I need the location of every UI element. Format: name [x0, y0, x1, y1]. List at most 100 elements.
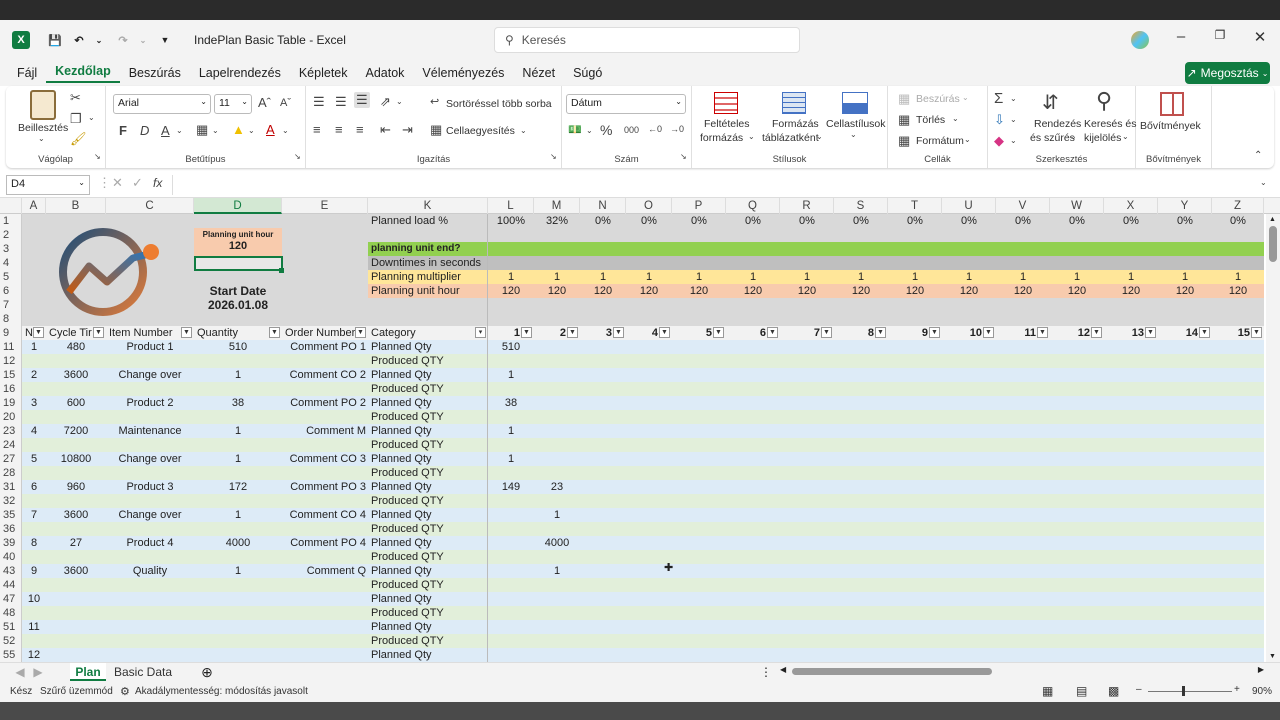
- paste-icon[interactable]: [30, 90, 56, 120]
- header-period[interactable]: 12: [1050, 326, 1090, 340]
- prev-sheet-icon[interactable]: ◀: [14, 663, 26, 681]
- row-number[interactable]: 23: [0, 424, 22, 438]
- planned-load-value[interactable]: 0%: [1158, 214, 1212, 228]
- font-name-select[interactable]: Arial ⌄: [113, 94, 211, 114]
- row-period-1[interactable]: 510: [488, 340, 534, 354]
- row-n[interactable]: 12: [22, 648, 46, 662]
- decrease-indent-icon[interactable]: ⇤: [380, 122, 391, 138]
- sort-filter-dropdown-icon[interactable]: ⌄: [1070, 132, 1077, 141]
- unit-hour-value[interactable]: 120: [1050, 284, 1104, 298]
- wrap-text-icon[interactable]: ↩: [430, 95, 439, 108]
- row-cycle-time[interactable]: 3600: [46, 368, 106, 382]
- header-period[interactable]: 14: [1158, 326, 1198, 340]
- increase-font-icon[interactable]: Aˆ: [258, 95, 271, 110]
- filter-dropdown-icon[interactable]: ▼: [355, 327, 366, 338]
- row-number[interactable]: 36: [0, 522, 22, 536]
- expand-formula-icon[interactable]: ⌄: [1260, 178, 1267, 187]
- scroll-right-icon[interactable]: ▶: [1258, 665, 1264, 674]
- multiplier-value[interactable]: 1: [780, 270, 834, 284]
- row-category-produced[interactable]: Produced QTY: [368, 410, 488, 424]
- row-period-1[interactable]: [488, 508, 534, 522]
- clear-icon[interactable]: ◆: [994, 133, 1004, 149]
- row-category-planned[interactable]: Planned Qty: [368, 480, 488, 494]
- autosum-dropdown-icon[interactable]: ⌄: [1010, 94, 1017, 103]
- format-as-table-label-2[interactable]: táblázatként: [762, 132, 819, 144]
- row-order-number[interactable]: Comment PO 4: [282, 536, 368, 550]
- conditional-format-label-1[interactable]: Feltételes: [704, 118, 750, 130]
- redo-dropdown-icon[interactable]: ⌄: [134, 31, 152, 49]
- row-number[interactable]: 3: [0, 242, 22, 256]
- header-period[interactable]: 7: [780, 326, 820, 340]
- row-cycle-time[interactable]: 27: [46, 536, 106, 550]
- unit-hour-value[interactable]: 120: [780, 284, 834, 298]
- row-category-produced[interactable]: Produced QTY: [368, 466, 488, 480]
- copilot-avatar[interactable]: [1131, 31, 1149, 49]
- multiplier-value[interactable]: 1: [580, 270, 626, 284]
- planned-load-value[interactable]: 0%: [834, 214, 888, 228]
- row-n[interactable]: 1: [22, 340, 46, 354]
- row-category-planned[interactable]: Planned Qty: [368, 564, 488, 578]
- row-category-planned[interactable]: Planned Qty: [368, 620, 488, 634]
- tab-data[interactable]: Adatok: [357, 66, 414, 80]
- fill-color-icon[interactable]: ▲: [232, 122, 245, 137]
- column-header-p[interactable]: P: [672, 198, 726, 214]
- row-period-1[interactable]: [488, 592, 534, 606]
- row-number[interactable]: 1: [0, 214, 22, 228]
- thousands-icon[interactable]: 000: [624, 125, 639, 135]
- unit-hour-value[interactable]: 120: [626, 284, 672, 298]
- row-n[interactable]: 2: [22, 368, 46, 382]
- row-item-number[interactable]: Quality: [106, 564, 194, 578]
- filter-dropdown-icon[interactable]: ▼: [713, 327, 724, 338]
- header-period[interactable]: 1: [488, 326, 520, 340]
- zoom-level[interactable]: 90%: [1252, 686, 1272, 697]
- redo-icon[interactable]: ↷: [114, 31, 132, 49]
- column-header-c[interactable]: C: [106, 198, 194, 214]
- row-category-planned[interactable]: Planned Qty: [368, 648, 488, 662]
- row-number[interactable]: 35: [0, 508, 22, 522]
- fill-handle[interactable]: [279, 268, 284, 273]
- search-box[interactable]: ⚲ Keresés: [494, 27, 800, 53]
- row-number[interactable]: 16: [0, 382, 22, 396]
- column-header-x[interactable]: X: [1104, 198, 1158, 214]
- selected-cell-d4[interactable]: [194, 256, 283, 271]
- filter-dropdown-icon[interactable]: ▼: [659, 327, 670, 338]
- unit-hour-value[interactable]: 120: [996, 284, 1050, 298]
- formula-more-icon[interactable]: ⋮: [98, 175, 111, 191]
- planning-multiplier-label[interactable]: Planning multiplier: [368, 270, 488, 284]
- align-top-icon[interactable]: ☰: [313, 94, 325, 110]
- row-item-number[interactable]: Product 2: [106, 396, 194, 410]
- format-cells-icon[interactable]: ▦: [898, 133, 910, 149]
- cell-styles-label[interactable]: Cellastílusok: [826, 118, 886, 130]
- header-period[interactable]: 11: [996, 326, 1036, 340]
- row-number[interactable]: 19: [0, 396, 22, 410]
- page-break-view-icon[interactable]: ▩: [1108, 684, 1119, 698]
- header-period[interactable]: 9: [888, 326, 928, 340]
- conditional-format-dropdown-icon[interactable]: ⌄: [748, 132, 755, 141]
- orientation-icon[interactable]: ⇗: [380, 94, 391, 110]
- row-period-1[interactable]: [488, 536, 534, 550]
- zoom-in-icon[interactable]: +: [1234, 684, 1240, 695]
- row-item-number[interactable]: Product 3: [106, 480, 194, 494]
- row-item-number[interactable]: Change over: [106, 452, 194, 466]
- multiplier-value[interactable]: 1: [672, 270, 726, 284]
- row-period-1[interactable]: [488, 564, 534, 578]
- start-date-label[interactable]: Start Date: [194, 284, 282, 298]
- add-sheet-icon[interactable]: ⊕: [198, 663, 216, 681]
- row-period-1[interactable]: 1: [488, 452, 534, 466]
- row-category-produced[interactable]: Produced QTY: [368, 382, 488, 396]
- filter-dropdown-icon[interactable]: ▼: [181, 327, 192, 338]
- filter-dropdown-icon[interactable]: ▼: [613, 327, 624, 338]
- addins-label[interactable]: Bővítmények: [1140, 120, 1201, 132]
- unit-hour-value[interactable]: 120: [534, 284, 580, 298]
- row-cycle-time[interactable]: [46, 648, 106, 662]
- row-item-number[interactable]: Product 1: [106, 340, 194, 354]
- merge-dropdown-icon[interactable]: ⌄: [520, 126, 527, 135]
- fill-icon[interactable]: ⇩: [994, 112, 1005, 128]
- planned-load-value[interactable]: 0%: [996, 214, 1050, 228]
- decrease-decimal-icon[interactable]: →0: [670, 124, 684, 134]
- format-cells-label[interactable]: Formátum: [916, 135, 964, 147]
- row-number[interactable]: 55: [0, 648, 22, 662]
- share-button[interactable]: ↗ Megosztás ⌄: [1185, 62, 1270, 84]
- fill-dropdown-icon[interactable]: ⌄: [248, 126, 255, 135]
- cell-styles-dropdown-icon[interactable]: ⌄: [850, 130, 857, 139]
